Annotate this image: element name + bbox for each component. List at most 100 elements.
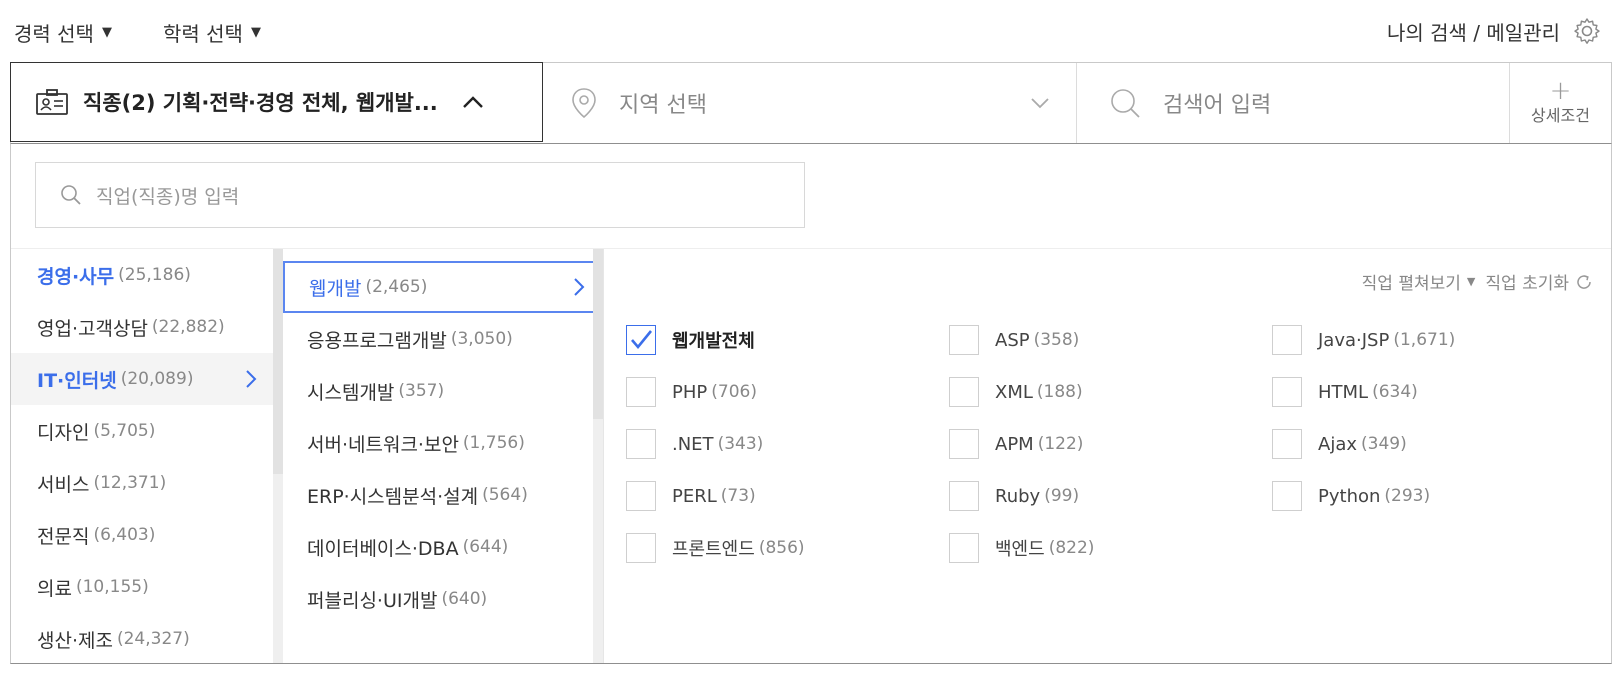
skill-count: (706): [711, 382, 757, 402]
caret-down-icon: ▼: [1466, 275, 1476, 288]
skill-checkbox[interactable]: PERL (73): [626, 481, 756, 511]
skill-label: APM: [995, 433, 1034, 455]
education-filter-dropdown[interactable]: 학력 선택 ▼: [163, 18, 261, 47]
category-list: 경영·사무 (25,186) 영업·고객상담 (22,882) IT·인터넷 (…: [11, 249, 273, 663]
skill-count: (349): [1361, 434, 1407, 454]
subcategory-item[interactable]: 퍼블리싱·UI개발 (640): [283, 573, 603, 625]
subcategory-item[interactable]: ERP·시스템분석·설계 (564): [283, 469, 603, 521]
checkbox-box[interactable]: [949, 481, 979, 511]
checkbox-box[interactable]: [626, 533, 656, 563]
subcategory-item[interactable]: 응용프로그램개발 (3,050): [283, 313, 603, 365]
caret-down-icon: ▼: [101, 25, 112, 40]
skill-checkbox[interactable]: Ruby (99): [949, 481, 1079, 511]
subcategory-count: (2,465): [365, 277, 428, 297]
category-item[interactable]: 전문직 (6,403): [11, 509, 273, 561]
category-name: 디자인: [37, 421, 90, 444]
skill-checkbox[interactable]: Ajax (349): [1272, 429, 1407, 459]
category-name: 생산·제조: [37, 629, 113, 652]
category-item-active[interactable]: IT·인터넷 (20,089): [11, 353, 273, 405]
my-search-link[interactable]: 나의 검색 / 메일관리: [1387, 16, 1602, 46]
subcategory-scrollbar[interactable]: [593, 249, 603, 663]
skill-checkbox[interactable]: .NET (343): [626, 429, 763, 459]
reset-jobs-link[interactable]: 직업 초기화: [1485, 269, 1569, 294]
checkbox-box[interactable]: [949, 429, 979, 459]
checkbox-box[interactable]: [949, 377, 979, 407]
gear-icon[interactable]: [1572, 16, 1602, 46]
category-name: 의료: [37, 577, 72, 600]
skill-count: (343): [717, 434, 764, 454]
checkbox-box[interactable]: [626, 325, 656, 355]
location-placeholder: 지역 선택: [619, 93, 707, 118]
skill-checkbox[interactable]: APM (122): [949, 429, 1083, 459]
subcategory-name: 서버·네트워크·보안: [307, 433, 459, 456]
subcategory-name: ERP·시스템분석·설계: [307, 485, 479, 508]
category-count: (24,327): [116, 629, 190, 649]
skill-count: (358): [1033, 330, 1080, 350]
category-item[interactable]: 디자인 (5,705): [11, 405, 273, 457]
search-icon: [61, 185, 81, 205]
checkbox-box[interactable]: [626, 481, 656, 511]
subcategory-item[interactable]: 데이터베이스·DBA (644): [283, 521, 603, 573]
subcategory-name: 시스템개발: [307, 381, 395, 404]
checkbox-box[interactable]: [1272, 429, 1302, 459]
subcategory-count: (644): [462, 537, 509, 557]
keyword-input[interactable]: 검색어 입력: [1077, 63, 1510, 143]
chevron-right-icon: [574, 278, 585, 296]
caret-down-icon: ▼: [250, 25, 261, 40]
job-search-placeholder: 직업(직종)명 입력: [96, 185, 240, 208]
subcategory-count: (564): [482, 485, 528, 505]
skill-checkbox[interactable]: Java·JSP (1,671): [1272, 325, 1455, 355]
checkbox-box[interactable]: [949, 533, 979, 563]
skill-checkbox[interactable]: Python (293): [1272, 481, 1430, 511]
skill-count: (822): [1048, 538, 1095, 558]
skill-count: (99): [1044, 486, 1080, 506]
skill-label: Python: [1318, 485, 1381, 507]
skill-count: (73): [720, 486, 756, 506]
category-item[interactable]: 영업·고객상담 (22,882): [11, 301, 273, 353]
career-filter-dropdown[interactable]: 경력 선택 ▼: [14, 18, 112, 47]
checkbox-box[interactable]: [626, 377, 656, 407]
skill-checkbox[interactable]: HTML (634): [1272, 377, 1418, 407]
skill-checkbox[interactable]: 백엔드 (822): [949, 533, 1094, 563]
job-category-selector[interactable]: 직종(2) 기획·전략·경영 전체, 웹개발...: [10, 62, 543, 142]
scrollbar-thumb[interactable]: [273, 249, 283, 474]
skill-count: (634): [1372, 382, 1418, 402]
checkbox-box[interactable]: [1272, 481, 1302, 511]
keyword-placeholder: 검색어 입력: [1163, 93, 1272, 118]
category-item[interactable]: 경영·사무 (25,186): [11, 249, 273, 301]
skill-checkbox[interactable]: PHP (706): [626, 377, 757, 407]
checkbox-box[interactable]: [949, 325, 979, 355]
expand-jobs-link[interactable]: 직업 펼쳐보기: [1362, 269, 1461, 294]
skill-label: PHP: [672, 381, 708, 403]
checkbox-box[interactable]: [1272, 325, 1302, 355]
checkbox-box[interactable]: [626, 429, 656, 459]
subcategory-count: (640): [441, 589, 488, 609]
subcategory-name: 응용프로그램개발: [307, 329, 447, 352]
category-item[interactable]: 서비스 (12,371): [11, 457, 273, 509]
detail-conditions-button[interactable]: + 상세조건: [1510, 63, 1611, 143]
category-item[interactable]: 생산·제조 (24,327): [11, 613, 273, 663]
scrollbar-thumb[interactable]: [593, 249, 603, 419]
my-search-label: 나의 검색 / 메일관리: [1386, 20, 1560, 45]
subcategory-item[interactable]: 시스템개발 (357): [283, 365, 603, 417]
location-selector[interactable]: 지역 선택: [543, 63, 1077, 143]
skill-checkbox-checked[interactable]: 웹개발전체: [626, 325, 755, 355]
skill-label: Java·JSP: [1318, 329, 1390, 351]
job-category-panel: 직업(직종)명 입력 경영·사무 (25,186) 영업·고객상담 (22,88…: [10, 144, 1612, 664]
subcategory-name: 퍼블리싱·UI개발: [307, 589, 438, 612]
checkbox-box[interactable]: [1272, 377, 1302, 407]
skill-checkbox[interactable]: 프론트엔드 (856): [626, 533, 805, 563]
detail-conditions-label: 상세조건: [1531, 106, 1590, 125]
subcategory-name: 데이터베이스·DBA: [307, 537, 459, 560]
refresh-icon[interactable]: [1575, 273, 1593, 291]
subcategory-item[interactable]: 서버·네트워크·보안 (1,756): [283, 417, 603, 469]
skill-checkbox[interactable]: XML (188): [949, 377, 1083, 407]
skill-count: (293): [1384, 486, 1431, 506]
job-name-search-input[interactable]: 직업(직종)명 입력: [35, 162, 805, 228]
skill-actions: 직업 펼쳐보기 ▼ 직업 초기화: [1362, 269, 1593, 294]
category-count: (5,705): [93, 421, 156, 441]
subcategory-item-active[interactable]: 웹개발 (2,465): [283, 261, 603, 313]
category-item[interactable]: 의료 (10,155): [11, 561, 273, 613]
category-scrollbar[interactable]: [273, 249, 283, 663]
skill-checkbox[interactable]: ASP (358): [949, 325, 1079, 355]
